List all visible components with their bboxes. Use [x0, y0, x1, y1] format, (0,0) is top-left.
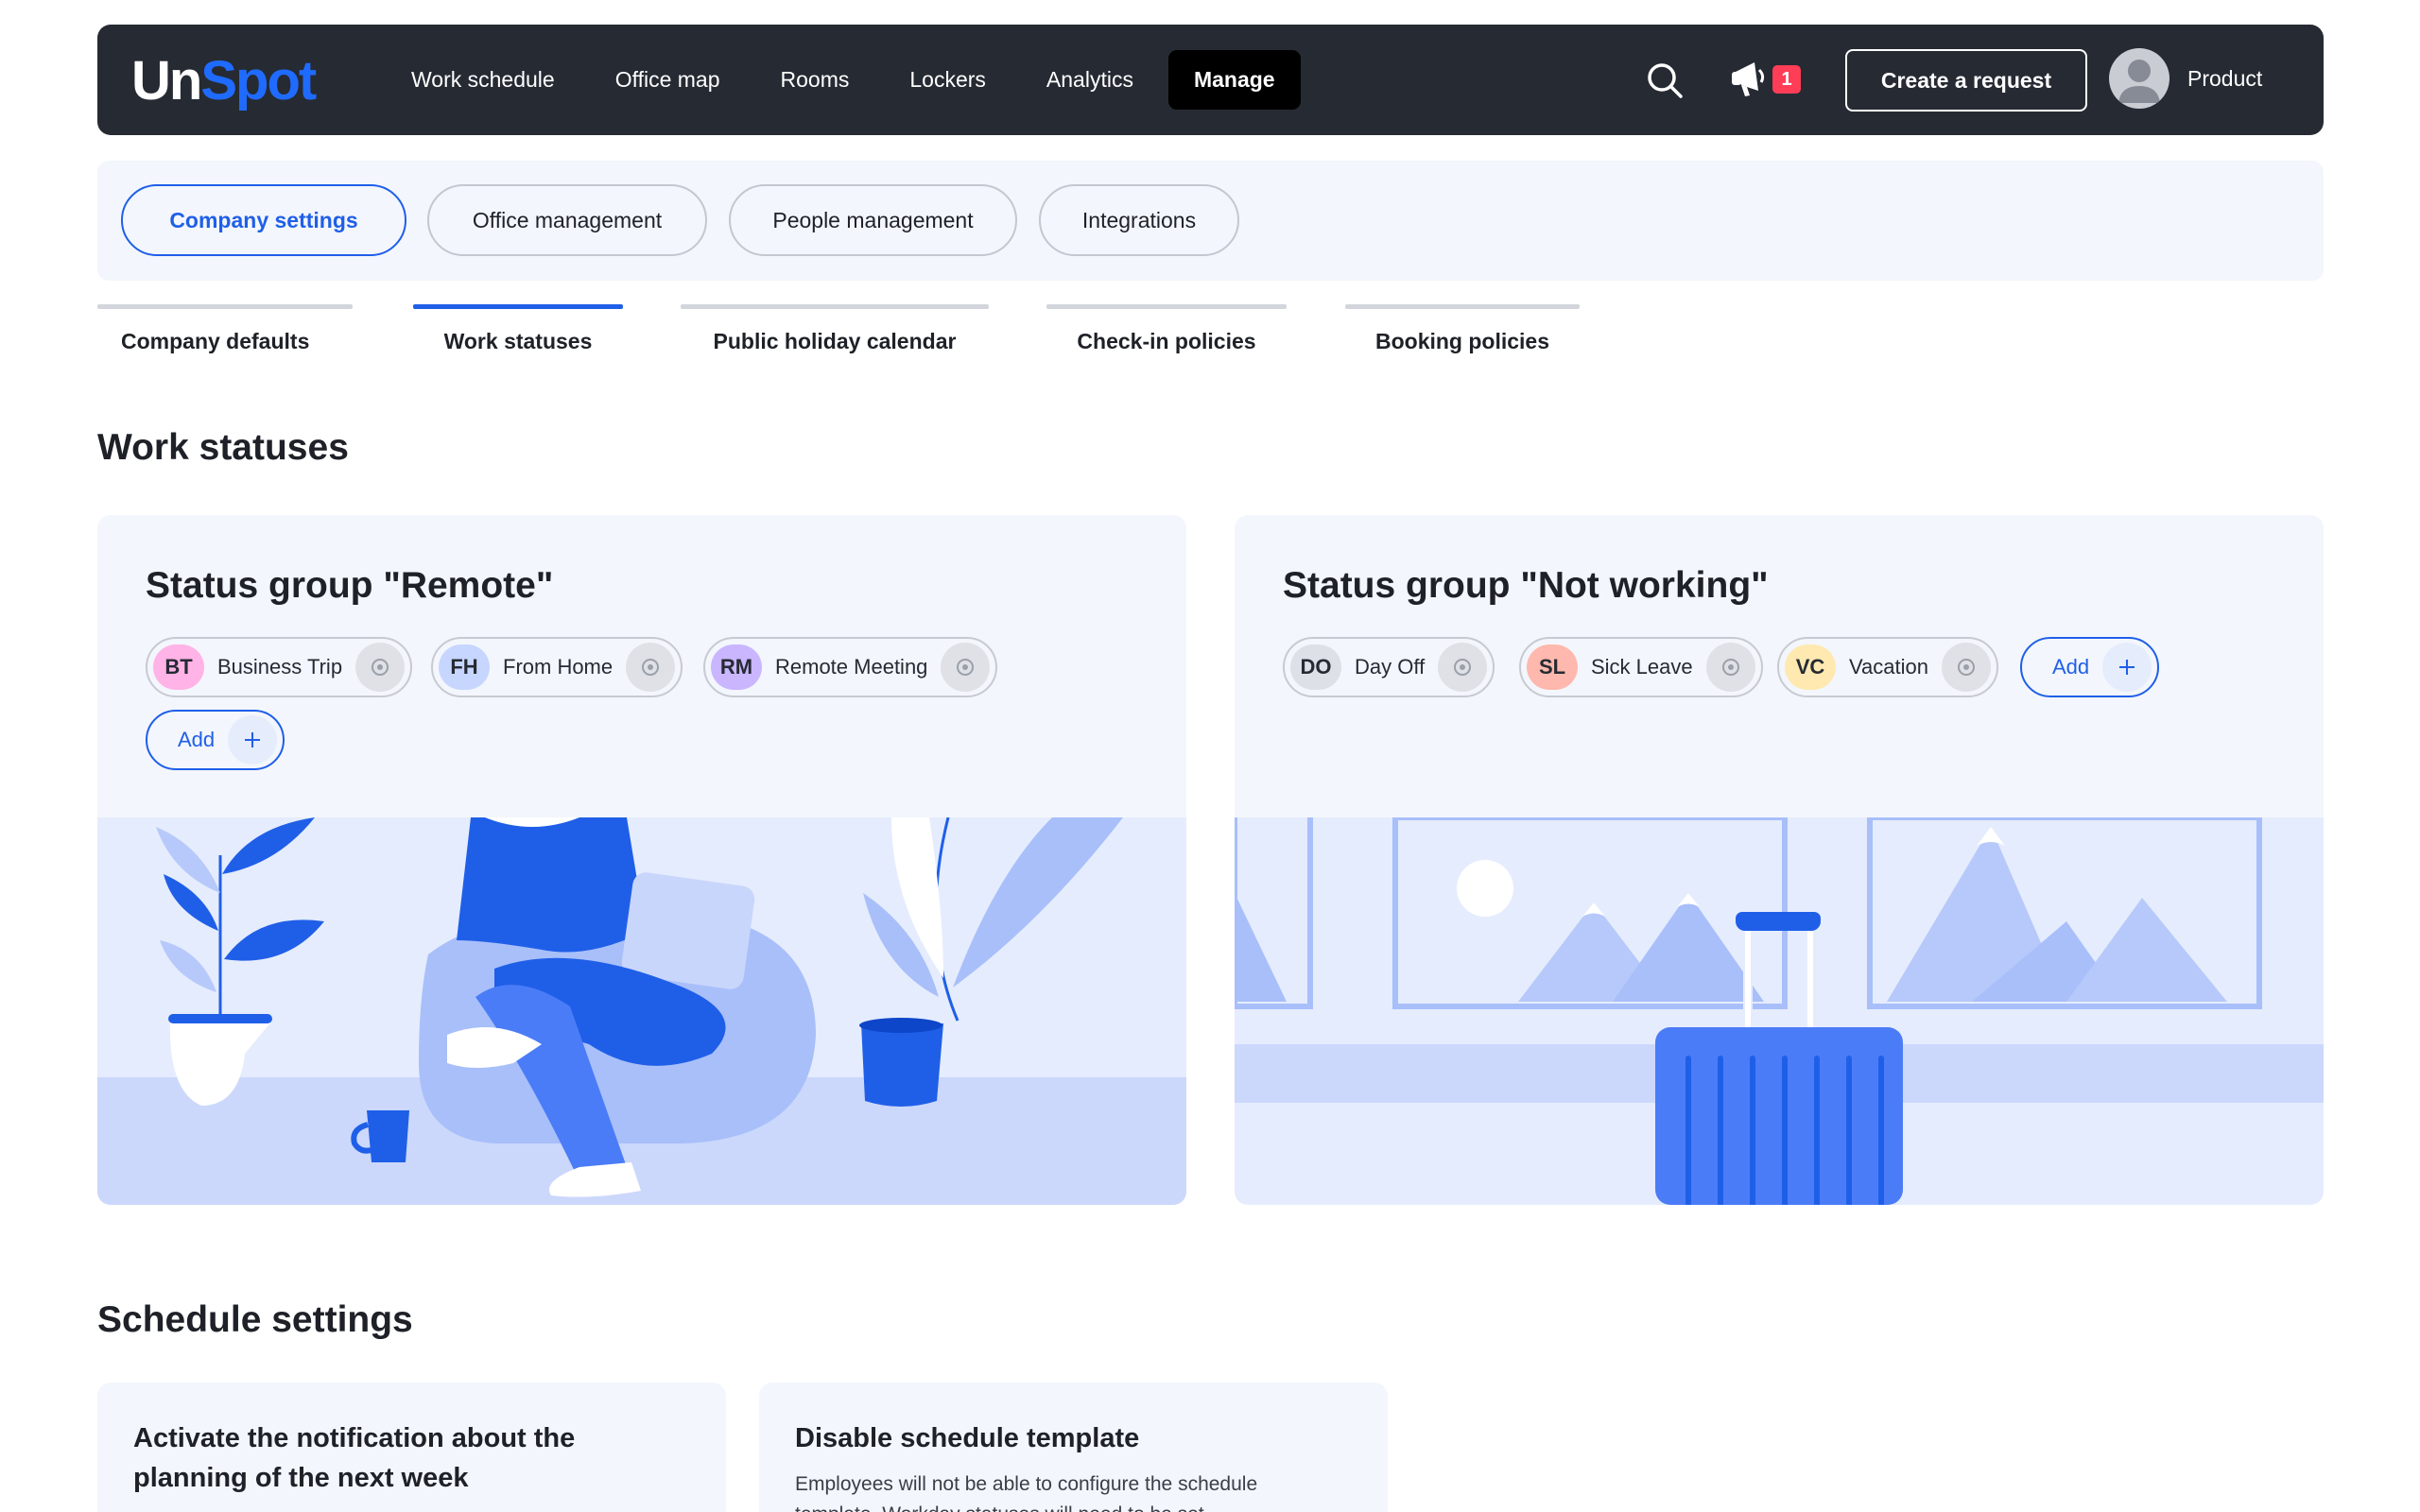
status-name: Sick Leave	[1591, 655, 1693, 679]
user-menu[interactable]: Product	[2109, 47, 2262, 110]
tab-company-settings[interactable]: Company settings	[121, 184, 406, 256]
disable-schedule-template-card[interactable]: Disable schedule template Employees will…	[759, 1383, 1388, 1512]
user-name: Product	[2187, 65, 2263, 91]
unspot-logo[interactable]: Un Spot	[131, 47, 317, 113]
add-status-button[interactable]: Add	[146, 710, 285, 770]
status-settings-icon[interactable]	[626, 643, 676, 692]
status-abbr: SL	[1527, 644, 1578, 690]
subtab-public-holiday-calendar[interactable]: Public holiday calendar	[681, 304, 989, 361]
status-chip-day-off: DO Day Off	[1283, 637, 1495, 697]
logo-text-un: Un	[131, 49, 202, 112]
nav-office-map[interactable]: Office map	[585, 50, 751, 110]
nav-work-schedule[interactable]: Work schedule	[381, 50, 585, 110]
status-group-title: Status group "Not working"	[1283, 565, 1769, 606]
search-icon[interactable]	[1645, 60, 1685, 100]
card-description: Employees will not be able to configure …	[795, 1473, 1258, 1512]
tab-office-management[interactable]: Office management	[427, 184, 707, 256]
remote-work-illustration	[97, 817, 1186, 1205]
status-name: Vacation	[1849, 655, 1928, 679]
add-status-button[interactable]: Add	[2020, 637, 2160, 697]
status-group-remote: Status group "Remote" BT Business Trip F…	[97, 515, 1186, 1205]
user-silhouette-icon	[2118, 60, 2160, 103]
subtab-check-in-policies[interactable]: Check-in policies	[1046, 304, 1287, 361]
main-nav: Work schedule Office map Rooms Lockers A…	[381, 50, 1301, 110]
tab-people-management[interactable]: People management	[729, 184, 1017, 256]
status-abbr: BT	[153, 644, 204, 690]
status-chip-business-trip: BT Business Trip	[146, 637, 413, 697]
status-settings-icon[interactable]	[355, 643, 406, 692]
status-settings-icon[interactable]	[1705, 643, 1755, 692]
status-name: Business Trip	[217, 655, 343, 679]
status-name: From Home	[503, 655, 614, 679]
nav-rooms[interactable]: Rooms	[751, 50, 880, 110]
subtab-work-statuses[interactable]: Work statuses	[413, 304, 623, 361]
status-abbr: VC	[1785, 644, 1836, 690]
status-chip-from-home: FH From Home	[431, 637, 683, 697]
plus-icon	[2102, 643, 2152, 692]
status-group-title: Status group "Remote"	[146, 565, 554, 606]
card-title: Disable schedule template	[795, 1423, 1140, 1453]
status-settings-icon[interactable]	[941, 643, 991, 692]
nav-analytics[interactable]: Analytics	[1016, 50, 1164, 110]
plus-icon	[228, 715, 278, 765]
status-name: Remote Meeting	[775, 655, 928, 679]
logo-text-spot: Spot	[200, 49, 317, 112]
status-name: Day Off	[1355, 655, 1426, 679]
status-settings-icon[interactable]	[1941, 643, 1991, 692]
nav-manage[interactable]: Manage	[1167, 50, 1301, 110]
tab-integrations[interactable]: Integrations	[1039, 184, 1239, 256]
create-request-button[interactable]: Create a request	[1845, 49, 2087, 112]
notification-count-badge: 1	[1772, 65, 1801, 94]
card-title: Activate the notification about the plan…	[133, 1423, 576, 1493]
status-chip-remote-meeting: RM Remote Meeting	[703, 637, 998, 697]
status-abbr: DO	[1290, 644, 1341, 690]
vacation-illustration	[1235, 817, 2324, 1205]
megaphone-icon	[1732, 62, 1765, 96]
top-navigation-bar: Un Spot Work schedule Office map Rooms Lo…	[97, 25, 2324, 135]
status-group-not-working: Status group "Not working" DO Day Off SL…	[1235, 515, 2324, 1205]
work-statuses-heading: Work statuses	[97, 427, 349, 468]
settings-tabs: Company settings Office management Peopl…	[97, 161, 2324, 281]
status-settings-icon[interactable]	[1438, 643, 1488, 692]
subtab-company-defaults[interactable]: Company defaults	[97, 304, 353, 361]
subtab-booking-policies[interactable]: Booking policies	[1345, 304, 1580, 361]
next-week-notification-card[interactable]: Activate the notification about the plan…	[97, 1383, 726, 1512]
status-chip-sick-leave: SL Sick Leave	[1519, 637, 1763, 697]
status-chip-vacation: VC Vacation	[1777, 637, 1998, 697]
status-abbr: FH	[439, 644, 490, 690]
avatar	[2109, 48, 2169, 109]
schedule-settings-heading: Schedule settings	[97, 1299, 413, 1340]
nav-lockers[interactable]: Lockers	[879, 50, 1016, 110]
status-abbr: RM	[711, 644, 762, 690]
